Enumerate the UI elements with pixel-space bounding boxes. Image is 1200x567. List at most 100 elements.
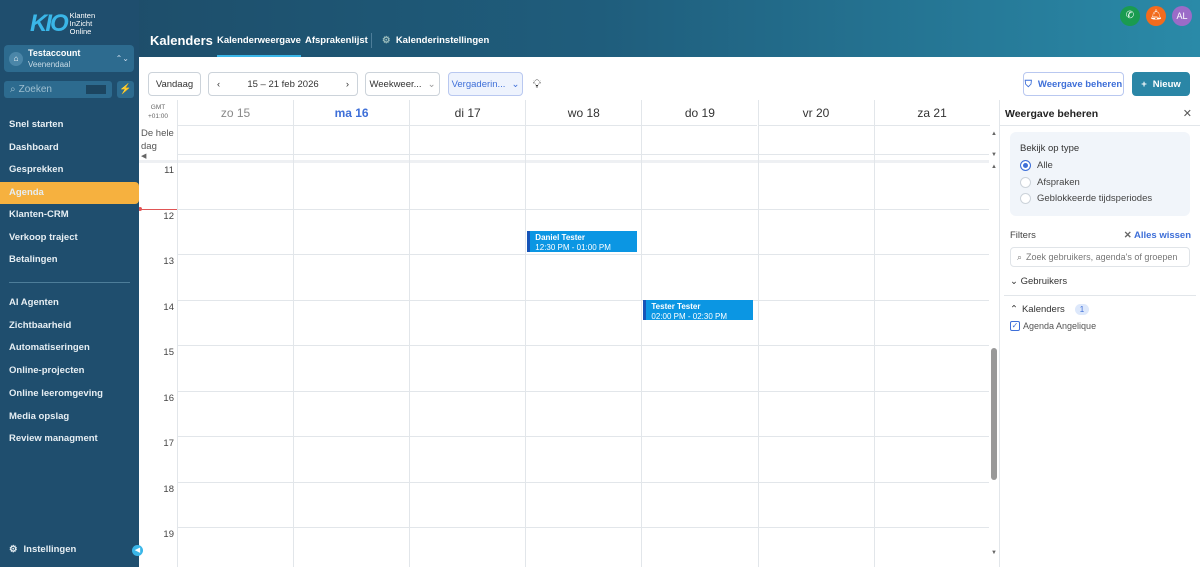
manage-view-button[interactable]: ⛉ Weergave beheren [1023,72,1124,96]
hour-gridline [177,345,989,346]
event-title: Daniel Tester [535,233,585,243]
filter-icon: ⛉ [1024,78,1032,90]
tab-kalenderinstellingen[interactable]: ⚙ Kalenderinstellingen [382,35,489,46]
manage-label: Weergave beheren [1037,78,1123,90]
hour-gridline [177,527,989,528]
day-header[interactable]: za 21 [873,100,990,126]
sidebar-item-settings[interactable]: ⚙ Instellingen [9,544,76,555]
day-column-divider [873,126,875,567]
sidebar-item-klanten-crm[interactable]: Klanten-CRM [0,204,139,226]
scroll-down-icon[interactable]: ▼ [991,550,997,556]
chevron-down-icon: ⌄ [427,78,436,90]
timezone-label: GMT +01:00 [139,103,177,121]
sidebar-item-review-managment[interactable]: Review managment [0,428,139,450]
day-header[interactable]: do 19 [641,100,758,126]
hour-label: 13 [163,256,174,267]
hour-label: 18 [163,483,174,495]
calendar-event[interactable]: Daniel Tester 12:30 PM - 01:00 PM [527,231,638,252]
calendars-section-toggle[interactable]: ⌃ Kalenders 1 [1010,304,1090,315]
date-range-navigator[interactable]: ‹ 15 – 21 feb 2026 › [208,72,358,96]
sidebar-item-verkoop-traject[interactable]: Verkoop traject [0,227,139,249]
phone-button[interactable]: ✆ [1120,6,1140,26]
divider [1004,295,1196,296]
panel-title: Weergave beheren [1005,108,1099,120]
day-header[interactable]: zo 15 [177,100,293,126]
new-button[interactable]: + Nieuw [1132,72,1190,96]
lightbulb-icon[interactable]: 💡︎ [530,72,544,96]
view-select[interactable]: Weekweer... ⌄ [365,72,440,96]
calendar-checkbox[interactable]: ✓ Agenda Angelique [1010,321,1096,331]
type-filter-box: Bekijk op type Alle Afspraken Geblokkeerde… [1010,132,1190,216]
notifications-button[interactable]: 🔔︎ [1146,6,1166,26]
filter-search-input[interactable]: ⌕ Zoek gebruikers, agenda's of groepen [1010,247,1190,267]
day-column-divider [293,126,295,567]
view-value: Weekweer... [369,78,422,90]
day-header[interactable]: vr 20 [757,100,874,126]
radio-alle[interactable]: Alle [1020,160,1053,171]
users-section-toggle[interactable]: ⌄ Gebruikers [1010,276,1067,287]
quick-action-button[interactable]: ⚡ [117,81,134,98]
hour-label: 14 [163,301,174,313]
hour-label: 11 [164,165,174,176]
calendar-item-label: Agenda Angelique [1023,321,1097,331]
scroll-down-icon[interactable]: ▼ [991,152,997,158]
scroll-left-icon[interactable]: ◀ [141,152,146,160]
top-header [0,0,1200,57]
day-header[interactable]: wo 18 [525,100,642,126]
close-icon: ✕ [1123,230,1132,241]
account-switcher[interactable]: ⌂ Testaccount Veenendaal ⌃⌄ [4,45,134,72]
sidebar-item-zichtbaarheid[interactable]: Zichtbaarheid [0,315,139,337]
sidebar-item-online-leeromgeving[interactable]: Online leeromgeving [0,383,139,405]
chevron-updown-icon: ⌃⌄ [115,54,129,63]
day-column-divider [525,126,527,567]
calendars-count-badge: 1 [1074,304,1090,315]
hour-label: 17 [163,438,174,449]
all-day-label: De hele dag [141,128,174,152]
sidebar-item-betalingen[interactable]: Betalingen [0,249,139,271]
avatar[interactable]: AL [1172,6,1192,26]
sidebar-item-automatiseringen[interactable]: Automatiseringen [0,337,139,359]
filters-label: Filters [1010,230,1036,241]
day-column-divider [641,126,643,567]
logo[interactable]: KIO Klanten InZicht Online [30,10,95,38]
radio-afspraken[interactable]: Afspraken [1020,176,1080,188]
settings-label: Instellingen [23,544,77,555]
sidebar-item-ai-agenten[interactable]: AI Agenten [0,292,139,314]
scroll-up-icon[interactable]: ▲ [991,164,997,170]
scroll-up-icon[interactable]: ▲ [991,131,997,137]
calendar-event[interactable]: Tester Tester 02:00 PM - 02:30 PM [643,299,754,321]
day-header[interactable]: ma 16 [293,100,410,126]
hour-gridline [177,254,989,255]
sidebar: KIO Klanten InZicht Online ⌂ Testaccount Veen… [0,0,143,567]
clear-label: Alles wissen [1133,230,1191,241]
hour-label: 16 [163,392,174,404]
vertical-scrollbar[interactable] [991,348,997,480]
sidebar-item-agenda[interactable]: Agenda [0,181,139,204]
search-icon: ⌕ [10,84,16,95]
hour-label: 15 [163,347,174,358]
prev-week-button[interactable]: ‹ [217,79,220,90]
clear-all-button[interactable]: ✕ Alles wissen [1124,230,1191,241]
plus-icon: + [1141,78,1147,90]
radio-geblokkeerde[interactable]: Geblokkeerde tijdsperiodes [1020,193,1152,204]
next-week-button[interactable]: › [346,79,349,90]
sidebar-item-online-projecten[interactable]: Online-projecten [0,360,139,382]
today-button[interactable]: Vandaag [148,72,201,96]
sidebar-item-gesprekken[interactable]: Gesprekken [0,159,139,181]
week-calendar-grid[interactable]: GMT +01:00 De hele dag ◀ ▲ ▼ ▲ ▼ zo 15 ma … [139,100,999,567]
day-header[interactable]: di 17 [409,100,526,126]
radio-circle-icon [1020,160,1031,171]
filter-placeholder: Zoek gebruikers, agenda's of groepen [1026,252,1178,262]
close-icon[interactable]: ✕ [1183,107,1192,120]
account-name: Testaccount [28,47,81,58]
type-select[interactable]: Vergaderin... ⌄ [448,72,523,96]
sidebar-item-snel-starten[interactable]: Snel starten [0,114,139,136]
tab-kalenderweergave[interactable]: Kalenderweergave [217,35,301,57]
all-day-divider [139,160,989,163]
sidebar-item-dashboard[interactable]: Dashboard [0,137,139,159]
hour-label: 19 [163,529,174,540]
sidebar-item-media-opslag[interactable]: Media opslag [0,406,139,428]
checkbox-checked-icon: ✓ [1010,321,1020,331]
search-input[interactable]: ⌕ Zoeken [4,81,112,98]
tab-afsprakenlijst[interactable]: Afsprakenlijst [305,35,368,46]
